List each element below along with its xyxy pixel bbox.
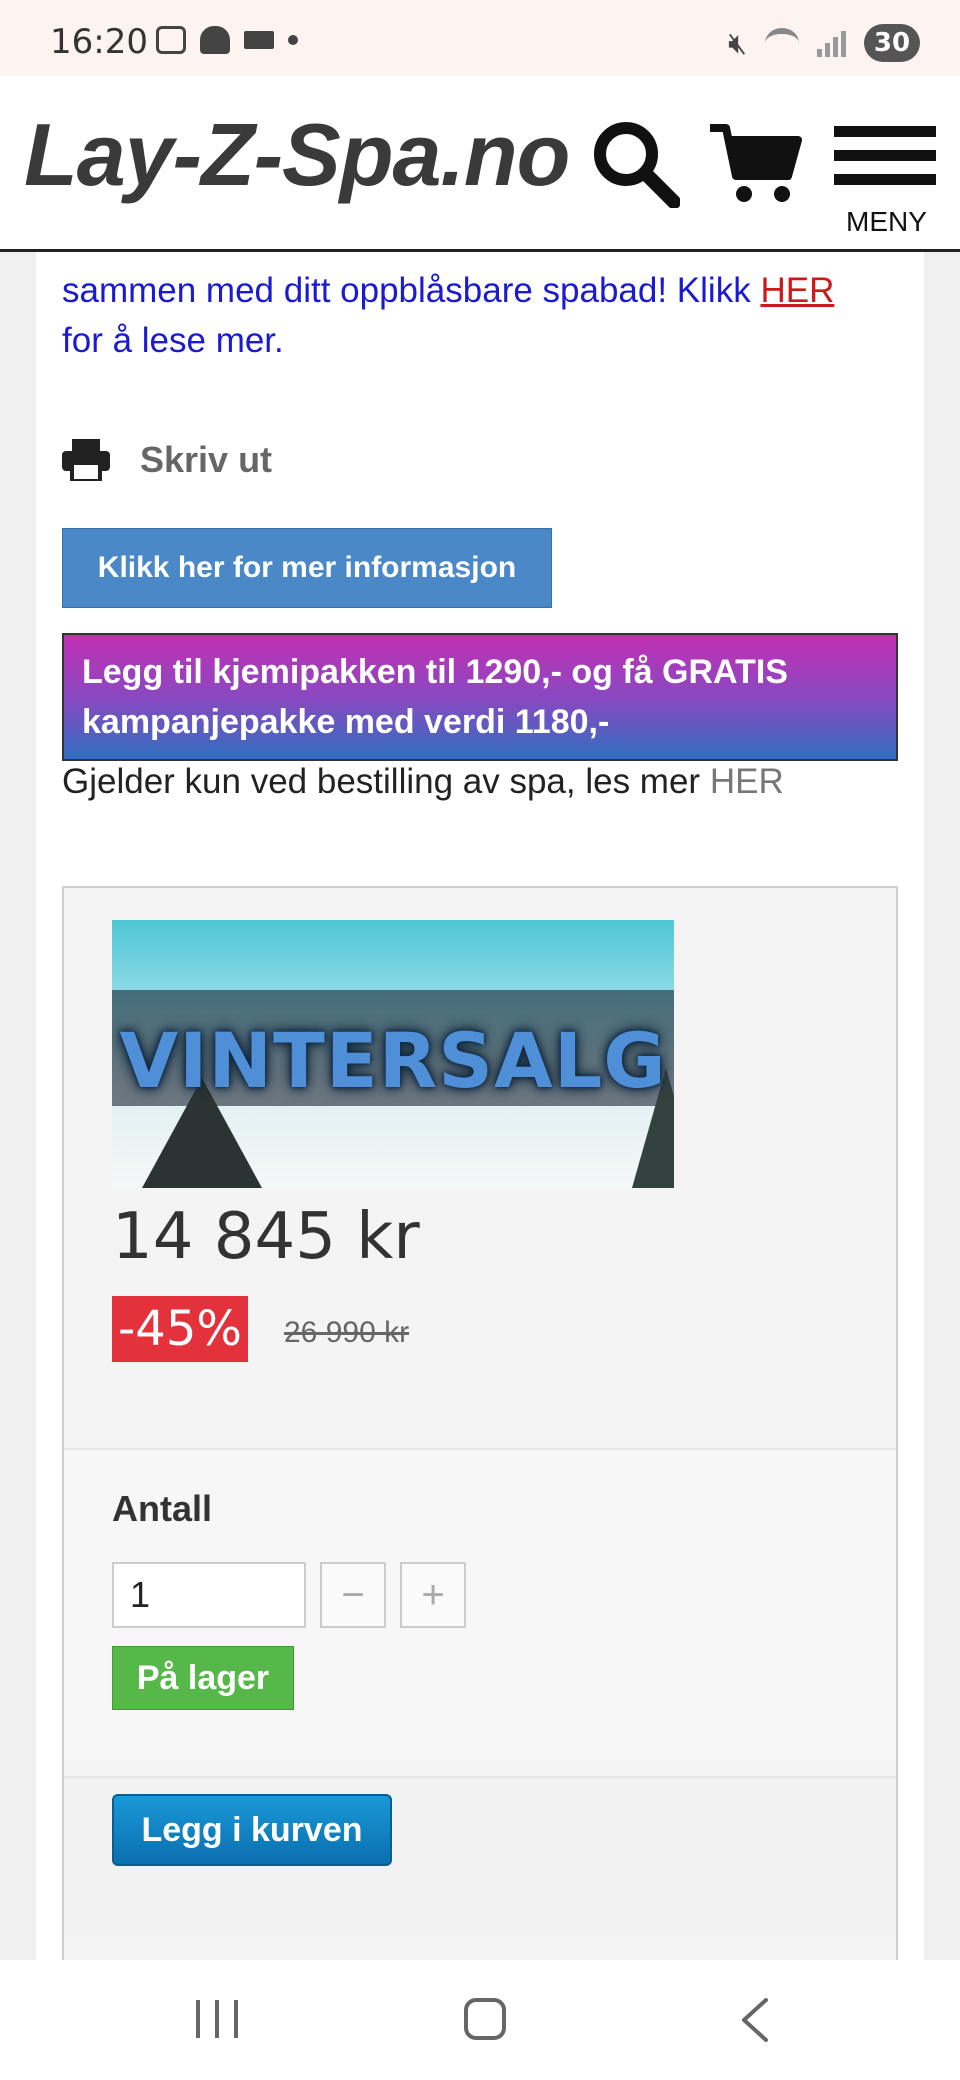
more-notifications-icon [288, 35, 298, 45]
print-label: Skriv ut [140, 439, 273, 480]
recent-apps-icon [215, 2000, 219, 2038]
search-icon[interactable] [590, 118, 680, 208]
add-to-cart-button[interactable]: Legg i kurven [112, 1794, 392, 1866]
sale-banner-text: VINTERSALG [119, 1016, 667, 1105]
promo-line: sammen med ditt oppblåsbare spabad! Klik… [62, 271, 751, 310]
battery-indicator: 30 [864, 24, 920, 62]
mute-icon: 🔇︎ [728, 25, 747, 61]
product-price: 14 845 kr [112, 1200, 420, 1274]
site-header: Lay-Z-Spa.no MENY [0, 76, 960, 252]
cart-icon[interactable] [708, 122, 802, 206]
menu-bar-icon [834, 174, 936, 185]
chem-kit-banner[interactable]: Legg til kjemipakken til 1290,- og få GR… [62, 633, 898, 761]
kit-note-link[interactable]: HER [710, 762, 784, 801]
cart-section: Legg i kurven [64, 1776, 896, 1936]
status-bar: 16:20 🔇︎ 30 [0, 0, 960, 76]
recent-apps-icon [196, 2000, 200, 2038]
wifi-icon [765, 28, 799, 58]
promo-partial-line [62, 252, 912, 266]
screenshot-icon [156, 26, 186, 54]
promo-text: sammen med ditt oppblåsbare spabad! Klik… [62, 252, 912, 366]
banner-line-1: Legg til kjemipakken til 1290,- og få GR… [82, 653, 788, 691]
quantity-decrease-button[interactable]: − [320, 1562, 386, 1628]
status-time: 16:20 [50, 22, 148, 62]
printer-icon [62, 439, 110, 481]
promo-line-end: for å lese mer. [62, 321, 284, 360]
promo-link[interactable]: HER [760, 271, 834, 310]
snapchat-icon [200, 26, 230, 54]
menu-label: MENY [846, 206, 927, 237]
media-icon [244, 31, 274, 49]
system-icons: 🔇︎ 30 [728, 24, 920, 62]
banner-line-2: kampanjepakke med verdi 1180,- [82, 703, 610, 741]
product-page-content: sammen med ditt oppblåsbare spabad! Klik… [36, 252, 924, 1960]
recent-apps-icon [234, 2000, 238, 2038]
back-button[interactable] [736, 1996, 776, 2044]
more-info-button[interactable]: Klikk her for mer informasjon [62, 528, 552, 608]
signal-icon [817, 29, 846, 57]
quantity-section: Antall − + På lager [64, 1448, 896, 1760]
recent-apps-button[interactable] [196, 2000, 238, 2040]
kit-note-text: Gjelder kun ved bestilling av spa, les m… [62, 762, 701, 801]
navigation-bar [0, 1960, 960, 2080]
site-logo[interactable]: Lay-Z-Spa.no [24, 104, 570, 206]
stock-badge: På lager [112, 1646, 294, 1710]
menu-bar-icon [834, 126, 936, 137]
home-button[interactable] [464, 1998, 506, 2040]
kit-note: Gjelder kun ved bestilling av spa, les m… [62, 762, 784, 802]
old-price: 26 990 kr [284, 1316, 410, 1349]
sale-banner-image: VINTERSALG [112, 920, 674, 1188]
quantity-label: Antall [112, 1488, 213, 1529]
quantity-input[interactable] [112, 1562, 306, 1628]
product-box: VINTERSALG 14 845 kr -45% 26 990 kr Anta… [62, 886, 898, 1960]
print-link[interactable]: Skriv ut [62, 432, 272, 488]
discount-badge: -45% [112, 1296, 248, 1362]
quantity-increase-button[interactable]: + [400, 1562, 466, 1628]
notification-icons [156, 26, 298, 54]
menu-bar-icon [834, 150, 936, 161]
menu-button[interactable]: MENY [834, 126, 936, 246]
